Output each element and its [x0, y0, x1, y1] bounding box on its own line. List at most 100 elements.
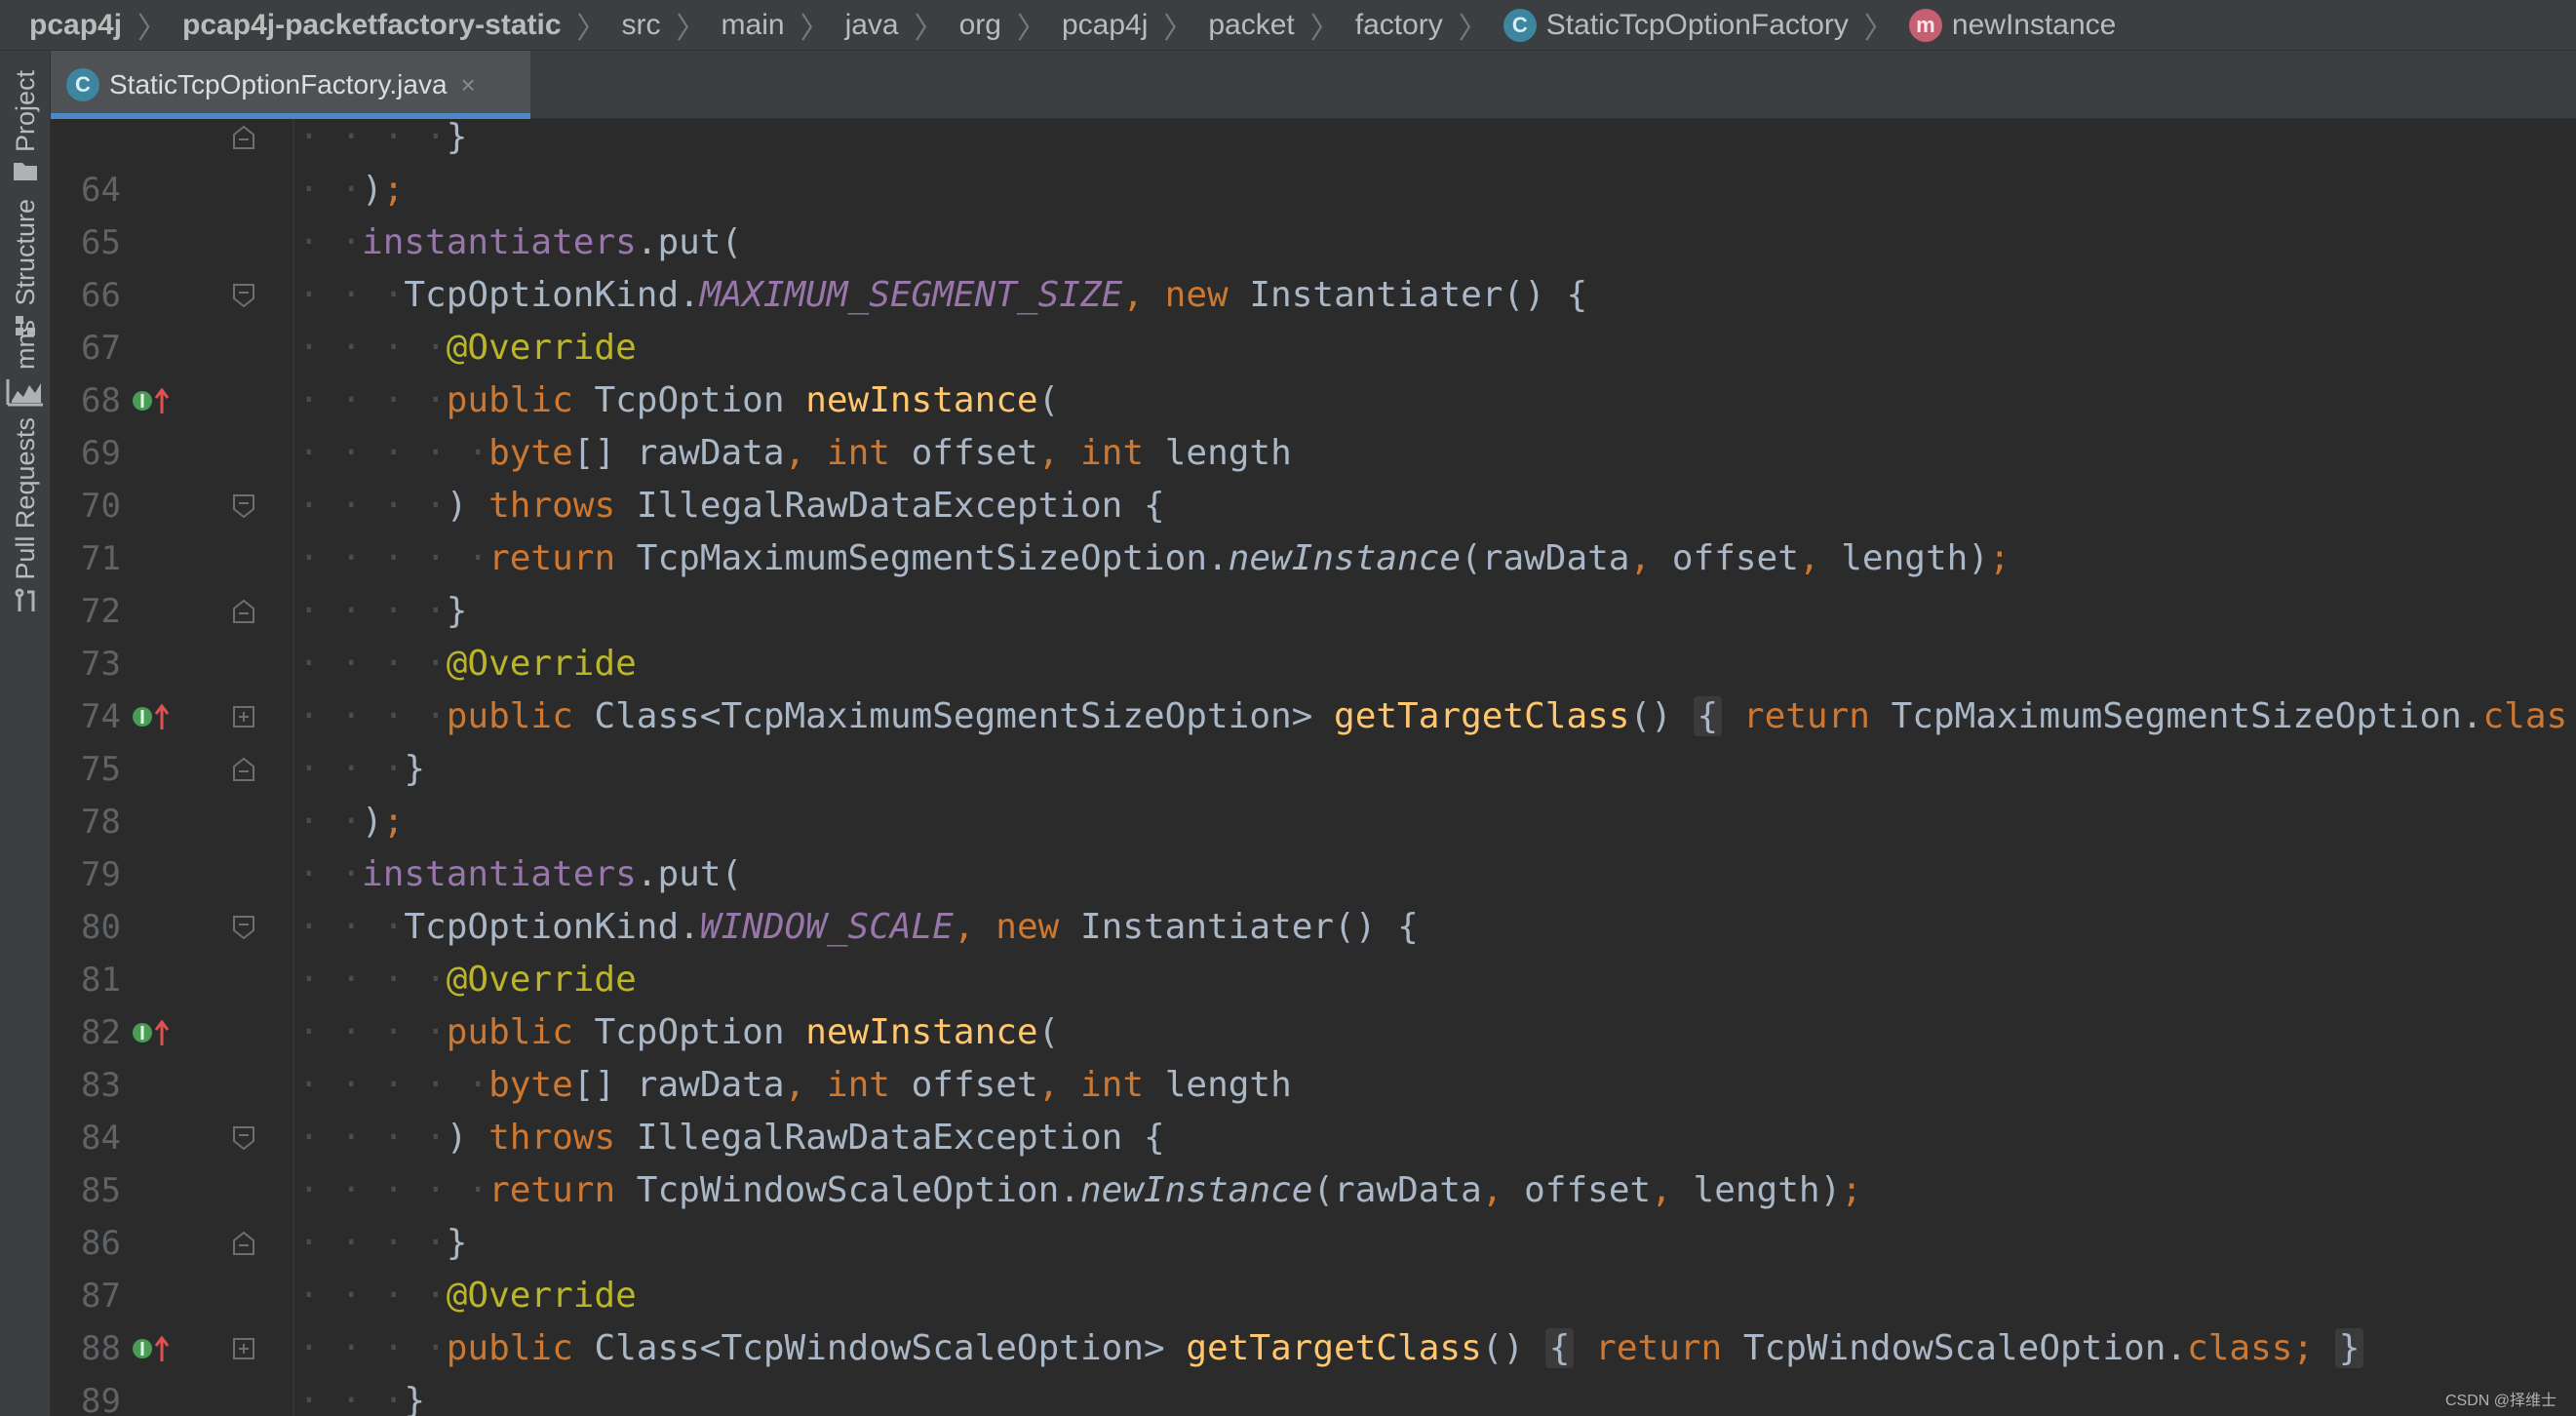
code-line: 78 · · ·} [51, 743, 2576, 842]
code-text: · ·); [298, 802, 405, 842]
code-line: 68 · · · ·@Override [51, 322, 2576, 420]
toolwindow-label: Pull Requests [10, 417, 40, 580]
chevron-right-icon: 〉 [800, 12, 830, 45]
code-line: 79 · ·); [51, 796, 2576, 894]
code-line: 73 · · · ·} [51, 585, 2576, 684]
implements-method-icon[interactable] [133, 1334, 172, 1363]
chevron-right-icon: 〉 [1309, 12, 1340, 45]
code-text: · · · ·) throws IllegalRawDataException … [298, 486, 1165, 526]
code-text: · · · · ·return TcpMaximumSegmentSizeOpt… [298, 538, 2010, 578]
fold-start-icon[interactable] [232, 493, 255, 519]
class-icon: C [1503, 8, 1537, 42]
code-text: · · · · ·return TcpWindowScaleOption.new… [298, 1170, 1862, 1210]
code-text: · · ·} [298, 749, 426, 789]
code-text: · · · ·public TcpOption newInstance( [298, 380, 1060, 420]
toolwindow-structure-button[interactable]: Structure [4, 199, 47, 337]
close-icon[interactable]: × [461, 70, 476, 100]
code-text: · ·instantiaters.put( [298, 854, 743, 894]
toolwindow-project-button[interactable]: Project [4, 70, 47, 181]
code-line: 83 · · · ·public TcpOption newInstance( [51, 1006, 2576, 1105]
toolwindow-mns-button[interactable]: mns [4, 320, 47, 407]
code-line: 75 · · · ·public Class<TcpMaximumSegment… [51, 690, 2576, 789]
code-line: 88 · · · ·@Override [51, 1270, 2576, 1368]
chart-icon [6, 379, 43, 407]
fold-end-icon[interactable] [232, 1231, 255, 1256]
code-line: 70 · · · · ·byte[] rawData, int offset, … [51, 427, 2576, 526]
breadcrumb-item-module[interactable]: pcap4j-packetfactory-static [182, 9, 561, 42]
code-editor[interactable]: 64 · · · ·} 65 · ·); 66 · ·instantiaters… [51, 119, 2576, 1416]
code-line: 87 · · · ·} [51, 1217, 2576, 1316]
code-line: 65 · ·); [51, 164, 2576, 262]
code-text: · · · ·@Override [298, 328, 637, 368]
chevron-right-icon: 〉 [1458, 12, 1488, 45]
fold-end-icon[interactable] [232, 757, 255, 782]
toolwindow-label: Project [10, 70, 40, 153]
code-text: · · · ·public Class<TcpWindowScaleOption… [298, 1322, 2364, 1375]
fold-start-icon[interactable] [232, 1125, 255, 1151]
tab-static-tcp-option-factory[interactable]: C StaticTcpOptionFactory.java × [51, 51, 530, 119]
breadcrumb-label: factory [1354, 8, 1443, 41]
code-text: · · · · ·byte[] rawData, int offset, int… [298, 433, 1292, 473]
fold-expand-icon[interactable] [232, 704, 255, 729]
code-text: · ·); [298, 170, 405, 210]
code-text: · · · ·@Override [298, 960, 637, 1000]
fold-expand-icon[interactable] [232, 1336, 255, 1361]
breadcrumb: pcap4j 〉 pcap4j-packetfactory-static 〉 s… [0, 0, 2576, 51]
breadcrumb-label: java [844, 8, 899, 41]
chevron-right-icon: 〉 [1016, 12, 1046, 45]
code-line: 72 · · · · ·return TcpMaximumSegmentSize… [51, 532, 2576, 631]
breadcrumb-item-main[interactable]: main [722, 9, 785, 42]
breadcrumb-label: newInstance [1951, 8, 2117, 41]
code-text: · · · ·public Class<TcpMaximumSegmentSiz… [298, 696, 2568, 736]
code-line: 85 · · · ·) throws IllegalRawDataExcepti… [51, 1112, 2576, 1210]
toolwindow-label: mns [10, 320, 40, 371]
code-line: 80 · ·instantiaters.put( [51, 848, 2576, 947]
code-text: · ·instantiaters.put( [298, 222, 743, 262]
code-text: · · · ·public TcpOption newInstance( [298, 1012, 1060, 1052]
fold-start-icon[interactable] [232, 915, 255, 940]
breadcrumb-item-factory[interactable]: factory [1355, 9, 1443, 42]
breadcrumb-item-org[interactable]: org [959, 9, 1001, 42]
code-line: 92 · · ·} [51, 1375, 2576, 1416]
fold-end-icon[interactable] [232, 599, 255, 624]
method-icon: m [1908, 8, 1942, 42]
code-text: · · · ·} [298, 1223, 468, 1263]
breadcrumb-item-packet[interactable]: packet [1208, 9, 1294, 42]
code-text: · · · · ·byte[] rawData, int offset, int… [298, 1065, 1292, 1105]
code-line: 89 · · · ·public Class<TcpWindowScaleOpt… [51, 1322, 2576, 1416]
tab-label: StaticTcpOptionFactory.java [109, 69, 448, 99]
breadcrumb-label: pcap4j [29, 8, 123, 41]
chevron-right-icon: 〉 [1863, 12, 1893, 45]
breadcrumb-item-java[interactable]: java [845, 9, 899, 42]
implements-method-icon[interactable] [133, 702, 172, 731]
toolwindow-pull-requests-button[interactable]: Pull Requests [4, 417, 47, 613]
breadcrumb-item-method[interactable]: m newInstance [1908, 8, 2117, 42]
code-line: 82 · · · ·@Override [51, 954, 2576, 1052]
breadcrumb-label: pcap4j [1061, 8, 1149, 41]
code-line: 71 · · · ·) throws IllegalRawDataExcepti… [51, 480, 2576, 578]
code-line: 84 · · · · ·byte[] rawData, int offset, … [51, 1059, 2576, 1158]
code-line: 86 · · · · ·return TcpWindowScaleOption.… [51, 1164, 2576, 1263]
breadcrumb-label: pcap4j-packetfactory-static [182, 8, 562, 41]
breadcrumb-item-class[interactable]: C StaticTcpOptionFactory [1503, 8, 1849, 42]
code-line: 69 · · · ·public TcpOption newInstance( [51, 374, 2576, 473]
code-text: · · · ·) throws IllegalRawDataException … [298, 1118, 1165, 1158]
chevron-right-icon: 〉 [914, 12, 944, 45]
editor-tab-bar: C StaticTcpOptionFactory.java × [51, 51, 2576, 119]
breadcrumb-label: src [621, 8, 661, 41]
chevron-right-icon: 〉 [137, 12, 168, 45]
code-line: 67 · · ·TcpOptionKind.MAXIMUM_SEGMENT_SI… [51, 269, 2576, 368]
code-line: 81 · · ·TcpOptionKind.WINDOW_SCALE, new … [51, 901, 2576, 1000]
implements-method-icon[interactable] [133, 1018, 172, 1047]
class-icon: C [66, 68, 99, 101]
code-text: · · · ·} [298, 119, 468, 157]
chevron-right-icon: 〉 [1163, 12, 1193, 45]
fold-end-icon[interactable] [232, 125, 255, 150]
breadcrumb-item-pcap4j-pkg[interactable]: pcap4j [1062, 9, 1148, 42]
breadcrumb-item-src[interactable]: src [622, 9, 661, 42]
fold-start-icon[interactable] [232, 283, 255, 308]
breadcrumb-label: main [721, 8, 785, 41]
implements-method-icon[interactable] [133, 386, 172, 415]
breadcrumb-label: packet [1208, 8, 1295, 41]
breadcrumb-item-pcap4j[interactable]: pcap4j [29, 9, 122, 42]
